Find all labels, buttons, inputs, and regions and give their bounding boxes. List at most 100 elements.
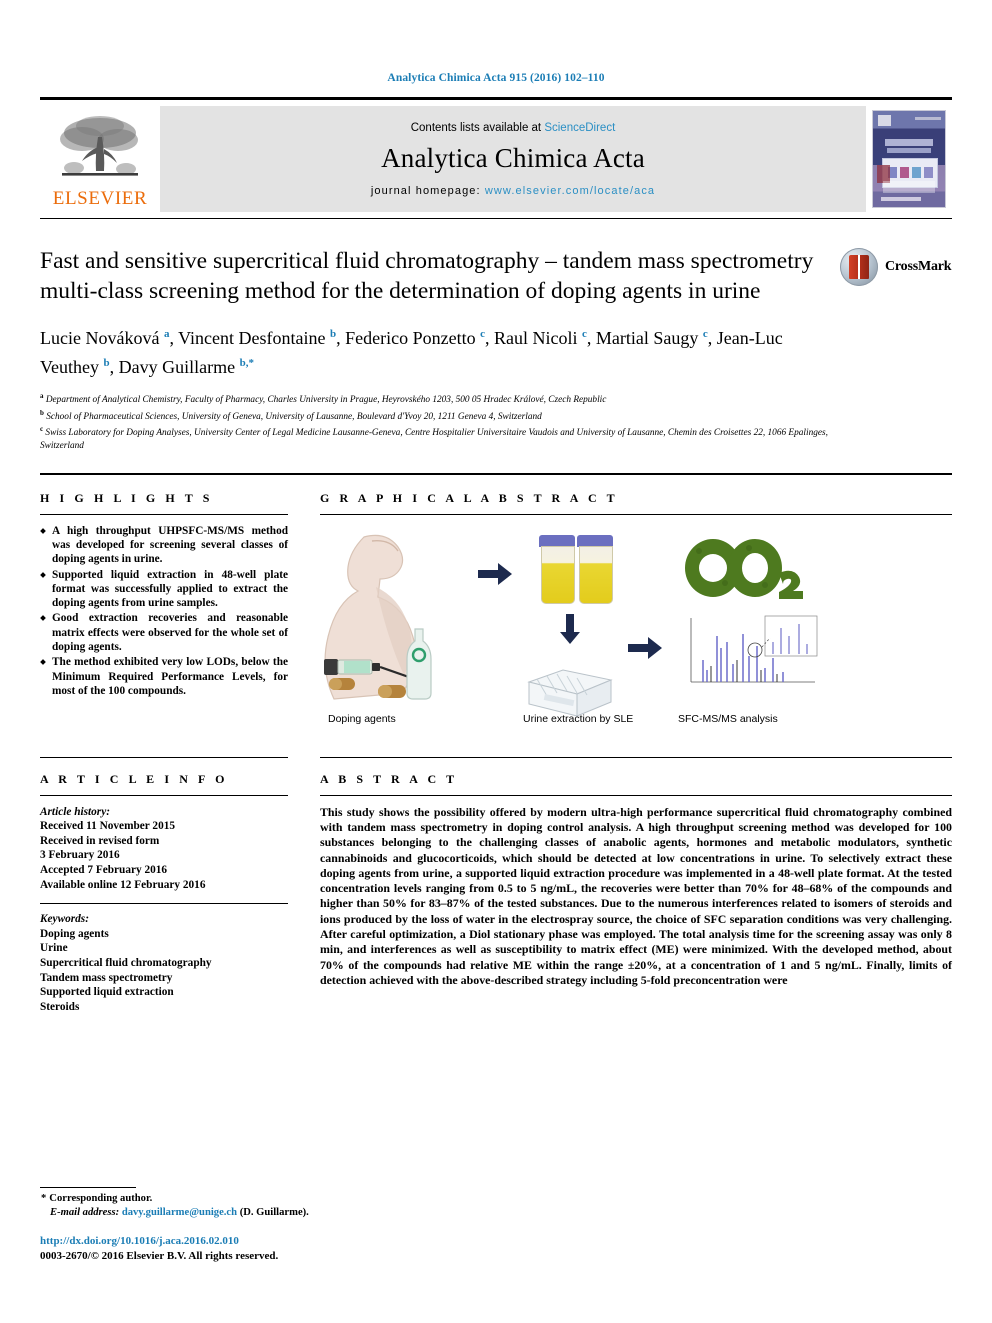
- journal-homepage-line: journal homepage: www.elsevier.com/locat…: [371, 185, 655, 197]
- corresponding-label: Corresponding author.: [49, 1193, 153, 1204]
- article-history-line: Received in revised form: [40, 834, 160, 847]
- article-history-label: Article history:: [40, 805, 110, 818]
- highlight-item: Supported liquid extraction in 48-well p…: [40, 568, 288, 611]
- urine-cups: [539, 534, 625, 610]
- urine-extraction-image: [515, 529, 625, 729]
- chromatogram-plot: [673, 611, 845, 701]
- co2-grass-logo: [679, 533, 845, 610]
- graphical-abstract-row: [320, 529, 952, 717]
- abstract-column: A B S T R A C T This study shows the pos…: [288, 744, 952, 1015]
- cover-title-line-1: [885, 139, 933, 146]
- urine-cup-1: [539, 534, 575, 604]
- author-list: Lucie Nováková a, Vincent Desfontaine b,…: [40, 328, 783, 377]
- article-history-line: 3 February 2016: [40, 849, 120, 862]
- keywords-rule: [40, 903, 288, 905]
- cover-title-line-2: [887, 148, 931, 153]
- keyword-item: Urine: [40, 942, 68, 955]
- co2-icon: [685, 538, 803, 599]
- keywords-lines: Doping agents Urine Supercritical fluid ch…: [40, 927, 288, 1015]
- arrow-right-icon-1: [475, 529, 515, 585]
- highlights-list: A high throughput UHPSFC-MS/MS method wa…: [40, 524, 288, 699]
- capsule-icon: [378, 684, 406, 698]
- arrow-down-icon: [515, 613, 625, 644]
- page-title: Fast and sensitive supercritical fluid c…: [40, 248, 814, 304]
- article-history-lines: Received 11 November 2015 Received in rev…: [40, 819, 288, 892]
- article-history-line: Received 11 November 2015: [40, 820, 176, 833]
- crossmark-badge[interactable]: CrossMark: [840, 243, 952, 291]
- affiliation-a: a Department of Analytical Chemistry, Fa…: [40, 392, 607, 406]
- elsevier-tree-icon: [60, 115, 138, 176]
- elsevier-wordmark: ELSEVIER: [52, 187, 148, 209]
- journal-masthead: ELSEVIER Contents lists available at Sci…: [40, 100, 952, 218]
- page-footer: * Corresponding author. E-mail address: d…: [40, 1187, 510, 1263]
- cover-text-block: [883, 181, 935, 193]
- cover-issue-line: [915, 117, 941, 120]
- well-plate-icon: [527, 669, 613, 717]
- keywords-block: Keywords: Doping agents Urine Supercritica…: [40, 912, 288, 1014]
- body-top-rule: [40, 472, 952, 475]
- doi-link[interactable]: http://dx.doi.org/10.1016/j.aca.2016.02.…: [40, 1234, 510, 1249]
- caption-doping-agents: Doping agents: [328, 712, 396, 725]
- affiliation-c: c Swiss Laboratory for Doping Analyses, …: [40, 425, 828, 452]
- cup-lid: [577, 534, 613, 547]
- corresponding-star: *: [41, 1193, 47, 1204]
- crossmark-label: CrossMark: [885, 259, 952, 274]
- cup-body: [541, 545, 575, 604]
- article-first-page: Analytica Chimica Acta 915 (2016) 102–11…: [0, 0, 992, 1323]
- sle-plate-image: [523, 666, 625, 729]
- contents-available-line: Contents lists available at ScienceDirec…: [411, 122, 616, 134]
- graphical-abstract-column: G R A P H I C A L A B S T R A C T Doping…: [288, 491, 952, 734]
- keyword-item: Tandem mass spectrometry: [40, 971, 173, 984]
- crossmark-icon: [840, 248, 878, 286]
- keywords-label: Keywords:: [40, 913, 89, 926]
- arrow-right-icon-2: [625, 529, 665, 659]
- keyword-item: Supercritical fluid chromatography: [40, 957, 212, 969]
- journal-homepage-link[interactable]: www.elsevier.com/locate/aca: [485, 185, 655, 197]
- highlight-item: The method exhibited very low LODs, belo…: [40, 655, 288, 698]
- corresponding-author-note: * Corresponding author. E-mail address: d…: [40, 1192, 510, 1220]
- doping-agents-image: [320, 529, 475, 705]
- article-info-top-rule: [40, 756, 288, 758]
- caption-sfc-analysis: SFC-MS/MS analysis: [678, 712, 778, 725]
- article-history-line: Available online 12 February 2016: [40, 878, 206, 891]
- email-suffix: (D. Guillarme).: [239, 1207, 309, 1218]
- highlight-item: A high throughput UHPSFC-MS/MS method wa…: [40, 524, 288, 567]
- cover-bottom-bar: [881, 197, 921, 201]
- corresponding-author-line: * Corresponding author.: [41, 1192, 510, 1206]
- email-link[interactable]: davy.guillarme@unige.ch: [122, 1207, 237, 1218]
- graphical-abstract-heading: G R A P H I C A L A B S T R A C T: [320, 490, 619, 505]
- copyright-line: 0003-2670/© 2016 Elsevier B.V. All right…: [40, 1249, 279, 1262]
- article-history-line: Accepted 7 February 2016: [40, 864, 168, 877]
- article-info-heading: A R T I C L E I N F O: [40, 771, 229, 786]
- email-line: E-mail address: davy.guillarme@unige.ch …: [50, 1206, 510, 1220]
- footnote-rule: [40, 1187, 136, 1188]
- highlights-rule: [40, 513, 288, 515]
- abstract-text: This study shows the possibility offered…: [320, 804, 952, 987]
- elsevier-logo[interactable]: ELSEVIER: [40, 100, 160, 218]
- keyword-item: Supported liquid extraction: [40, 986, 174, 999]
- highlights-column: H I G H L I G H T S A high throughput UH…: [40, 491, 288, 734]
- running-head: Analytica Chimica Acta 915 (2016) 102–11…: [387, 72, 605, 84]
- contents-prefix: Contents lists available at: [410, 121, 545, 134]
- chromatogram-icon: [673, 611, 823, 696]
- article-info-rule: [40, 794, 288, 796]
- abstract-top-rule: [320, 756, 952, 758]
- cup-lid: [539, 534, 575, 547]
- capsule-icon: [329, 677, 355, 690]
- keyword-item: Steroids: [40, 1000, 80, 1013]
- journal-title: Analytica Chimica Acta: [381, 142, 645, 173]
- title-block: CrossMark Fast and sensitive supercritic…: [40, 219, 952, 453]
- highlight-item: Good extraction recoveries and reasonabl…: [40, 611, 288, 654]
- doi-block: http://dx.doi.org/10.1016/j.aca.2016.02.…: [40, 1234, 510, 1263]
- sciencedirect-link[interactable]: ScienceDirect: [544, 122, 615, 134]
- affiliation-b: b School of Pharmaceutical Sciences, Uni…: [40, 408, 542, 422]
- abstract-heading: A B S T R A C T: [320, 771, 458, 786]
- graphical-abstract-rule: [320, 513, 952, 515]
- affiliation-list: a Department of Analytical Chemistry, Fa…: [40, 390, 840, 453]
- journal-cover-thumbnail[interactable]: [866, 100, 952, 218]
- email-label: E-mail address:: [50, 1207, 120, 1218]
- article-info-column: A R T I C L E I N F O Article history: R…: [40, 744, 288, 1015]
- highlights-heading: H I G H L I G H T S: [40, 490, 213, 505]
- cover-qr-icon: [878, 115, 891, 126]
- keyword-item: Doping agents: [40, 927, 109, 940]
